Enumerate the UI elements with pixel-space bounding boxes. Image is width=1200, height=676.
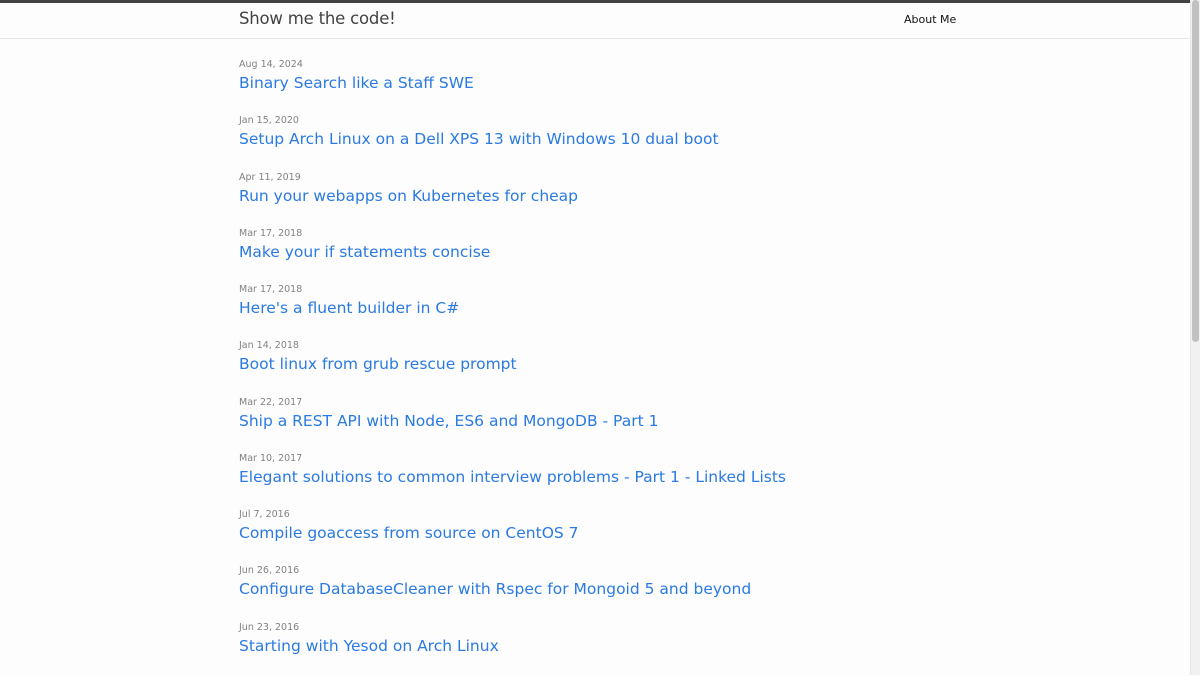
post-title-link[interactable]: Make your if statements concise	[239, 243, 490, 261]
post-title-link[interactable]: Here's a fluent builder in C#	[239, 299, 459, 317]
post-date: Jan 14, 2018	[239, 340, 299, 352]
post-title-link[interactable]: Configure DatabaseCleaner with Rspec for…	[239, 580, 751, 598]
post-list-item: Jan 15, 2020 Setup Arch Linux on a Dell …	[239, 113, 959, 169]
post-date: Mar 22, 2017	[239, 396, 303, 408]
vertical-scrollbar-thumb[interactable]	[1192, 0, 1199, 342]
post-date: Jan 15, 2020	[239, 115, 299, 127]
post-list-item: Mar 17, 2018 Here's a fluent builder in …	[239, 282, 959, 338]
post-list-item: Mar 17, 2018 Make your if statements con…	[239, 226, 959, 282]
post-date: Jul 7, 2016	[239, 509, 290, 520]
post-date: Mar 17, 2018	[239, 227, 303, 239]
site-title-link[interactable]: Show me the code!	[239, 9, 396, 28]
post-list-item: Mar 10, 2017 Elegant solutions to common…	[239, 451, 959, 507]
post-list: Aug 14, 2024 Binary Search like a Staff …	[239, 57, 959, 676]
post-title-link[interactable]: Ship a REST API with Node, ES6 and Mongo…	[239, 412, 658, 430]
site-header: Show me the code! About Me	[0, 3, 1190, 39]
nav-about-me-link[interactable]: About Me	[904, 13, 956, 26]
post-date: Jun 23, 2016	[239, 621, 300, 633]
post-date: Mar 10, 2017	[239, 452, 303, 464]
post-date: Apr 11, 2019	[239, 171, 301, 183]
post-title-link[interactable]: Setup Arch Linux on a Dell XPS 13 with W…	[239, 130, 719, 148]
post-list-item: Aug 14, 2024 Binary Search like a Staff …	[239, 57, 959, 113]
post-list-item: Apr 11, 2019 Run your webapps on Kuberne…	[239, 170, 959, 226]
post-date: Jun 26, 2016	[239, 565, 300, 577]
post-date: Aug 14, 2024	[239, 59, 303, 70]
post-list-item: Jun 26, 2016 Configure DatabaseCleaner w…	[239, 563, 959, 619]
post-date: Mar 17, 2018	[239, 284, 303, 295]
post-list-item: Jan 14, 2018 Boot linux from grub rescue…	[239, 338, 959, 394]
post-list-item: Mar 22, 2017 Ship a REST API with Node, …	[239, 395, 959, 451]
post-list-item: Jul 7, 2016 Compile goaccess from source…	[239, 507, 959, 563]
post-title-link[interactable]: Run your webapps on Kubernetes for cheap	[239, 187, 578, 205]
post-list-item: Jun 23, 2016 Starting with Yesod on Arch…	[239, 620, 959, 676]
post-title-link[interactable]: Elegant solutions to common interview pr…	[239, 468, 786, 486]
post-title-link[interactable]: Starting with Yesod on Arch Linux	[239, 637, 499, 655]
post-title-link[interactable]: Boot linux from grub rescue prompt	[239, 355, 517, 373]
post-title-link[interactable]: Binary Search like a Staff SWE	[239, 74, 474, 92]
post-title-link[interactable]: Compile goaccess from source on CentOS 7	[239, 524, 579, 542]
